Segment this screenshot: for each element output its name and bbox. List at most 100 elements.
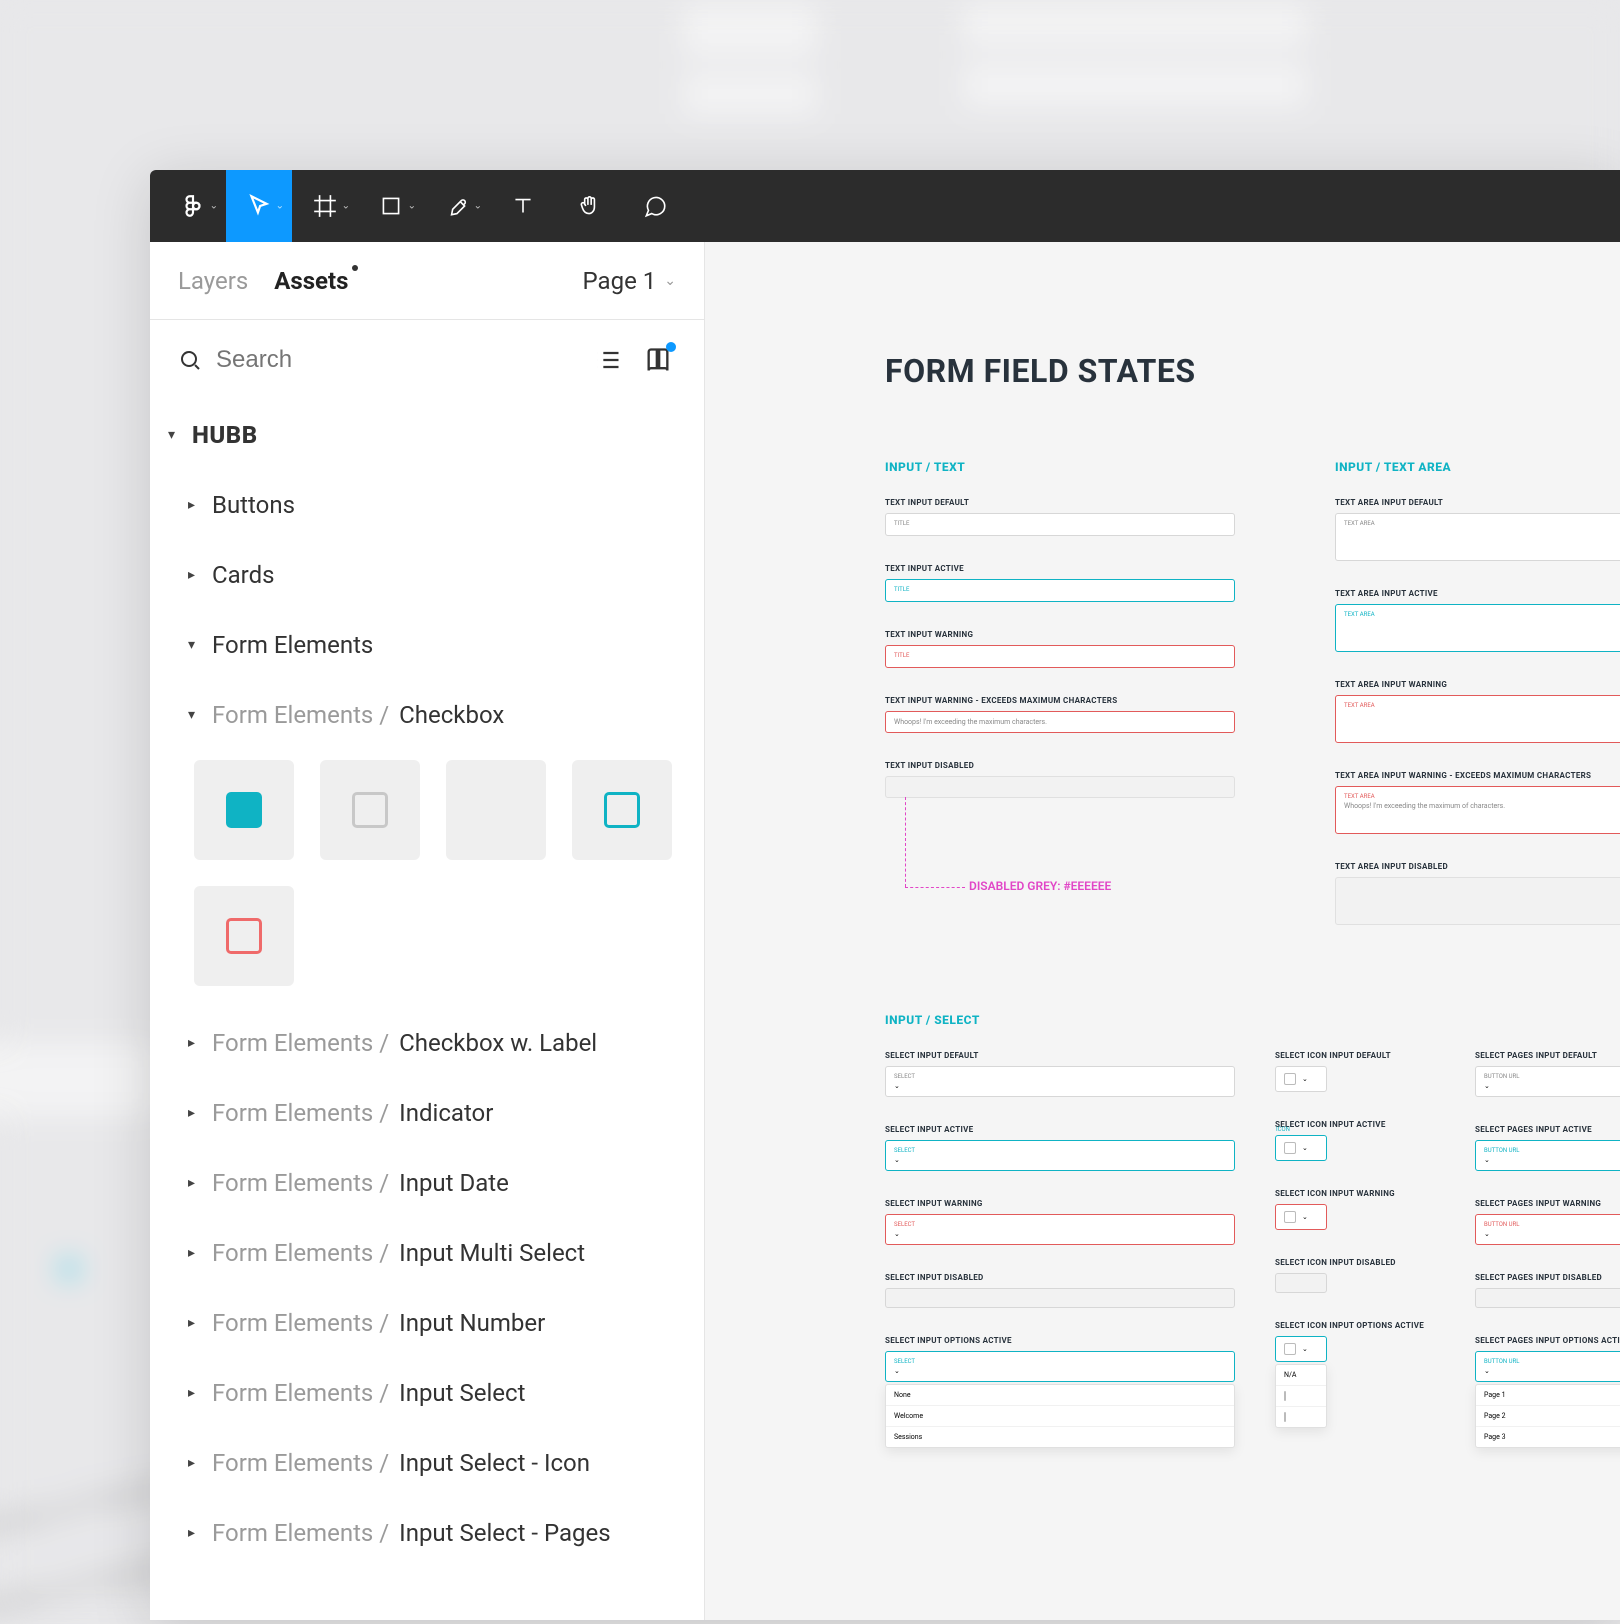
tree-item-form-elements[interactable]: ▾ Form Elements bbox=[168, 610, 686, 680]
shape-tool-button[interactable]: ⌄ bbox=[358, 170, 424, 242]
inner-label: TITLE bbox=[894, 520, 1226, 527]
select-icon-open[interactable]: ⌄ bbox=[1275, 1336, 1327, 1362]
select-option[interactable]: None bbox=[886, 1385, 1234, 1406]
select-option[interactable]: N/A bbox=[1276, 1365, 1326, 1386]
tree-item-prefix: Form Elements / bbox=[212, 1239, 389, 1267]
artboard-form-field-states: FORM FIELD STATES INPUT / TEXT TEXT INPU… bbox=[885, 352, 1620, 1476]
figma-logo-icon bbox=[180, 193, 206, 219]
select-option[interactable]: Page 2 bbox=[1476, 1406, 1620, 1427]
select-pages-warning[interactable]: BUTTON URL ⌄ bbox=[1475, 1214, 1620, 1245]
chevron-down-icon: ⌄ bbox=[894, 1082, 900, 1090]
select-icon-active[interactable]: ICON ⌄ bbox=[1275, 1135, 1327, 1161]
inner-label: BUTTON URL bbox=[1484, 1147, 1620, 1154]
tree-item-label: Input Select - Icon bbox=[399, 1449, 590, 1477]
canvas[interactable]: FORM FIELD STATES INPUT / TEXT TEXT INPU… bbox=[705, 242, 1620, 1620]
tree-item-label: Cards bbox=[212, 561, 275, 589]
tree-item-buttons[interactable]: ▸ Buttons bbox=[168, 470, 686, 540]
select-col-pages: SELECT PAGES INPUT DEFAULT BUTTON URL ⌄ … bbox=[1475, 1051, 1620, 1476]
select-pages-open[interactable]: BUTTON URL ⌄ bbox=[1475, 1351, 1620, 1382]
tree-item-input-multiselect[interactable]: ▸ Form Elements / Input Multi Select bbox=[168, 1218, 686, 1288]
tree-item-input-select-pages[interactable]: ▸ Form Elements / Input Select - Pages bbox=[168, 1498, 686, 1568]
state-label: SELECT INPUT DEFAULT bbox=[885, 1051, 1235, 1060]
select-dropdown-list[interactable]: Page 1 Page 2 Page 3 bbox=[1475, 1384, 1620, 1448]
state-label: SELECT PAGES INPUT OPTIONS ACTIVE bbox=[1475, 1336, 1620, 1345]
frame-tool-button[interactable]: ⌄ bbox=[292, 170, 358, 242]
tree-item-prefix: Form Elements / bbox=[212, 1519, 389, 1547]
textarea-warning-max[interactable]: TEXT AREA Whoops! I'm exceeding the maxi… bbox=[1335, 786, 1620, 834]
select-active[interactable]: SELECT ⌄ bbox=[885, 1140, 1235, 1171]
component-tile[interactable] bbox=[194, 886, 294, 986]
chevron-down-icon: ⌄ bbox=[894, 1367, 900, 1375]
select-icon-default[interactable]: ⌄ bbox=[1275, 1066, 1327, 1092]
select-warning[interactable]: SELECT ⌄ bbox=[885, 1214, 1235, 1245]
tab-layers[interactable]: Layers bbox=[178, 267, 248, 295]
checkbox-outline-grey-icon bbox=[352, 792, 388, 828]
chevron-down-icon: ⌄ bbox=[1302, 1213, 1308, 1221]
textarea-active[interactable]: TEXT AREA bbox=[1335, 604, 1620, 652]
tree-item-input-date[interactable]: ▸ Form Elements / Input Date bbox=[168, 1148, 686, 1218]
select-default[interactable]: SELECT ⌄ bbox=[885, 1066, 1235, 1097]
textarea-default[interactable]: TEXT AREA bbox=[1335, 513, 1620, 561]
tree-item-checkbox[interactable]: ▾ Form Elements / Checkbox bbox=[168, 680, 686, 750]
tree-item-checkbox-label[interactable]: ▸ Form Elements / Checkbox w. Label bbox=[168, 1008, 686, 1078]
select-option[interactable] bbox=[1276, 1386, 1326, 1407]
tree-item-prefix: Form Elements / bbox=[212, 1309, 389, 1337]
move-tool-button[interactable]: ⌄ bbox=[226, 170, 292, 242]
state-label: TEXT INPUT DISABLED bbox=[885, 761, 1235, 770]
component-tile[interactable] bbox=[446, 760, 546, 860]
select-option[interactable]: Welcome bbox=[886, 1406, 1234, 1427]
select-pages-default[interactable]: BUTTON URL ⌄ bbox=[1475, 1066, 1620, 1097]
input-warning-max[interactable]: Whoops! I'm exceeding the maximum charac… bbox=[885, 711, 1235, 733]
tree-item-cards[interactable]: ▸ Cards bbox=[168, 540, 686, 610]
text-tool-button[interactable] bbox=[490, 170, 556, 242]
component-tile[interactable] bbox=[320, 760, 420, 860]
input-default[interactable]: TITLE bbox=[885, 513, 1235, 536]
select-icon-warning[interactable]: ⌄ bbox=[1275, 1204, 1327, 1230]
chevron-down-icon: ⌄ bbox=[1302, 1075, 1308, 1083]
pen-tool-button[interactable]: ⌄ bbox=[424, 170, 490, 242]
annotation-line bbox=[905, 797, 906, 887]
tree-item-label: Input Select - Pages bbox=[399, 1519, 610, 1547]
select-option[interactable]: Sessions bbox=[886, 1427, 1234, 1447]
select-pages-active[interactable]: BUTTON URL ⌄ bbox=[1475, 1140, 1620, 1171]
component-tile[interactable] bbox=[572, 760, 672, 860]
select-option[interactable] bbox=[1276, 1407, 1326, 1427]
search-input[interactable] bbox=[216, 346, 576, 374]
list-view-button[interactable] bbox=[590, 342, 626, 378]
input-warning[interactable]: TITLE bbox=[885, 645, 1235, 668]
tab-assets[interactable]: Assets bbox=[274, 267, 348, 295]
select-dropdown-list[interactable]: None Welcome Sessions bbox=[885, 1384, 1235, 1448]
sidebar-header: Layers Assets Page 1 ⌄ bbox=[150, 242, 704, 320]
tree-item-prefix: Form Elements / bbox=[212, 1169, 389, 1197]
page-select[interactable]: Page 1 ⌄ bbox=[583, 267, 676, 295]
pen-icon bbox=[444, 193, 470, 219]
library-button[interactable] bbox=[640, 342, 676, 378]
select-open[interactable]: SELECT ⌄ bbox=[885, 1351, 1235, 1382]
chevron-down-icon: ⌄ bbox=[664, 273, 676, 289]
hand-tool-button[interactable] bbox=[556, 170, 622, 242]
tree-root-hubb[interactable]: ▾ HUBB bbox=[168, 400, 686, 470]
select-dropdown-list[interactable]: N/A bbox=[1275, 1364, 1327, 1428]
tree-item-indicator[interactable]: ▸ Form Elements / Indicator bbox=[168, 1078, 686, 1148]
rectangle-icon bbox=[378, 193, 404, 219]
state-label: SELECT PAGES INPUT WARNING bbox=[1475, 1199, 1620, 1208]
page-select-label: Page 1 bbox=[583, 267, 657, 295]
figma-menu-button[interactable]: ⌄ bbox=[160, 170, 226, 242]
tree-item-prefix: Form Elements / bbox=[212, 1099, 389, 1127]
inner-label: BUTTON URL bbox=[1484, 1358, 1620, 1365]
inner-label: TEXT AREA bbox=[1344, 702, 1620, 709]
component-tile[interactable] bbox=[194, 760, 294, 860]
tree-item-input-number[interactable]: ▸ Form Elements / Input Number bbox=[168, 1288, 686, 1358]
tree-item-label: Input Multi Select bbox=[399, 1239, 585, 1267]
section-title: INPUT / SELECT bbox=[885, 1013, 1620, 1027]
asset-tree: ▾ HUBB ▸ Buttons ▸ Cards ▾ Form Elements… bbox=[150, 400, 704, 1620]
input-active[interactable]: TITLE bbox=[885, 579, 1235, 602]
comment-tool-button[interactable] bbox=[622, 170, 688, 242]
textarea-warning[interactable]: TEXT AREA bbox=[1335, 695, 1620, 743]
select-option[interactable]: Page 3 bbox=[1476, 1427, 1620, 1447]
tree-item-input-select[interactable]: ▸ Form Elements / Input Select bbox=[168, 1358, 686, 1428]
select-disabled bbox=[885, 1288, 1235, 1308]
tree-item-input-select-icon[interactable]: ▸ Form Elements / Input Select - Icon bbox=[168, 1428, 686, 1498]
select-option[interactable]: Page 1 bbox=[1476, 1385, 1620, 1406]
tree-item-label: Checkbox bbox=[399, 701, 504, 729]
